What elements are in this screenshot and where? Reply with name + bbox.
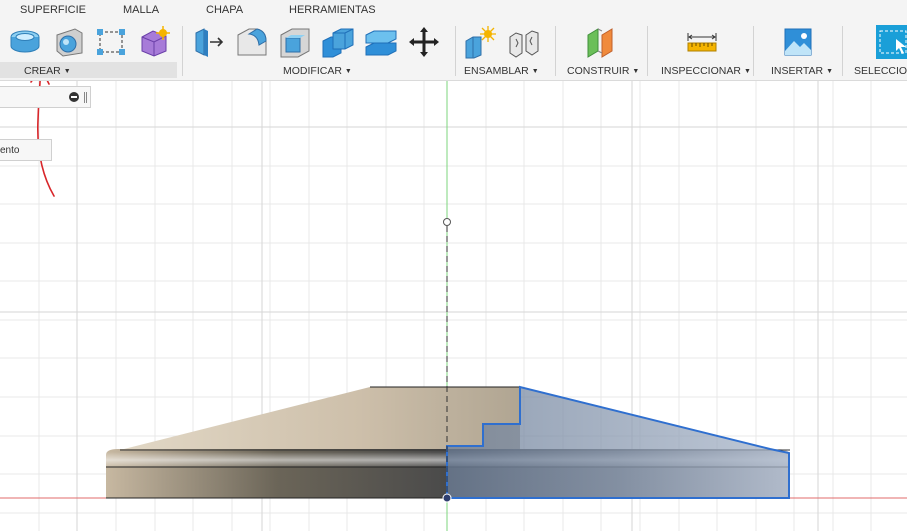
group-label-ensamblar-text: ENSAMBLAR: [464, 65, 529, 77]
offset-plane-icon[interactable]: [584, 25, 618, 59]
group-label-crear-text: CREAR: [24, 65, 61, 77]
measure-icon[interactable]: [685, 25, 719, 59]
group-label-seleccionar[interactable]: SELECCIONAR: [854, 65, 907, 77]
chevron-down-icon: ▼: [743, 68, 751, 75]
axis-endpoint: [443, 218, 451, 226]
tab-herramientas[interactable]: HERRAMIENTAS: [289, 4, 376, 16]
extrude-icon[interactable]: [8, 25, 42, 59]
tab-malla[interactable]: MALLA: [123, 4, 159, 16]
tab-chapa[interactable]: CHAPA: [206, 4, 243, 16]
origin-point: [442, 493, 452, 503]
chevron-down-icon: ▼: [63, 68, 71, 75]
design-viewport[interactable]: [0, 81, 907, 531]
new-component-icon[interactable]: [463, 25, 497, 59]
group-label-inspeccionar-text: INSPECCIONAR: [661, 65, 741, 77]
joint-icon[interactable]: [507, 25, 541, 59]
form-icon[interactable]: [137, 25, 171, 59]
ribbon-tabs: SUPERFICIE MALLA CHAPA HERRAMIENTAS: [0, 0, 907, 20]
toolbar-divider: [842, 26, 843, 76]
group-label-modificar-text: MODIFICAR: [283, 65, 342, 77]
select-icon[interactable]: [876, 25, 907, 59]
toolbar-divider: [182, 26, 183, 76]
press-pull-icon[interactable]: [192, 25, 226, 59]
chevron-down-icon: ▼: [344, 68, 352, 75]
group-label-modificar[interactable]: MODIFICAR ▼: [283, 65, 352, 77]
shell-icon[interactable]: [278, 25, 312, 59]
tab-superficie[interactable]: SUPERFICIE: [20, 4, 86, 16]
app-window: SUPERFICIE MALLA CHAPA HERRAMIENTAS CREA…: [0, 0, 907, 531]
toolbar-divider: [455, 26, 456, 76]
group-label-insertar[interactable]: INSERTAR ▼: [771, 65, 833, 77]
revolve-icon[interactable]: [51, 25, 85, 59]
toolbar-divider: [753, 26, 754, 76]
toolbar-divider: [647, 26, 648, 76]
chevron-down-icon: ▼: [632, 68, 640, 75]
group-label-insertar-text: INSERTAR: [771, 65, 824, 77]
chevron-down-icon: ▼: [826, 68, 834, 75]
group-label-ensamblar[interactable]: ENSAMBLAR ▼: [464, 65, 539, 77]
move-icon[interactable]: [407, 25, 441, 59]
collapse-icon[interactable]: [69, 92, 79, 102]
ribbon-toolbar: SUPERFICIE MALLA CHAPA HERRAMIENTAS CREA…: [0, 0, 907, 81]
chevron-down-icon: ▼: [531, 68, 539, 75]
group-label-inspeccionar[interactable]: INSPECCIONAR ▼: [661, 65, 751, 77]
panel-grip-icon[interactable]: [84, 92, 87, 103]
fillet-icon[interactable]: [235, 25, 269, 59]
group-label-construir[interactable]: CONSTRUIR ▼: [567, 65, 639, 77]
combine-icon[interactable]: [321, 25, 355, 59]
insert-image-icon[interactable]: [781, 25, 815, 59]
group-label-construir-text: CONSTRUIR: [567, 65, 630, 77]
browser-panel-header: [0, 86, 91, 108]
toolbar-divider: [555, 26, 556, 76]
split-body-icon[interactable]: [364, 25, 398, 59]
group-label-crear[interactable]: CREAR ▼: [24, 65, 71, 77]
sketch-rectangle-icon[interactable]: [94, 25, 128, 59]
browser-item[interactable]: ento: [0, 139, 52, 161]
